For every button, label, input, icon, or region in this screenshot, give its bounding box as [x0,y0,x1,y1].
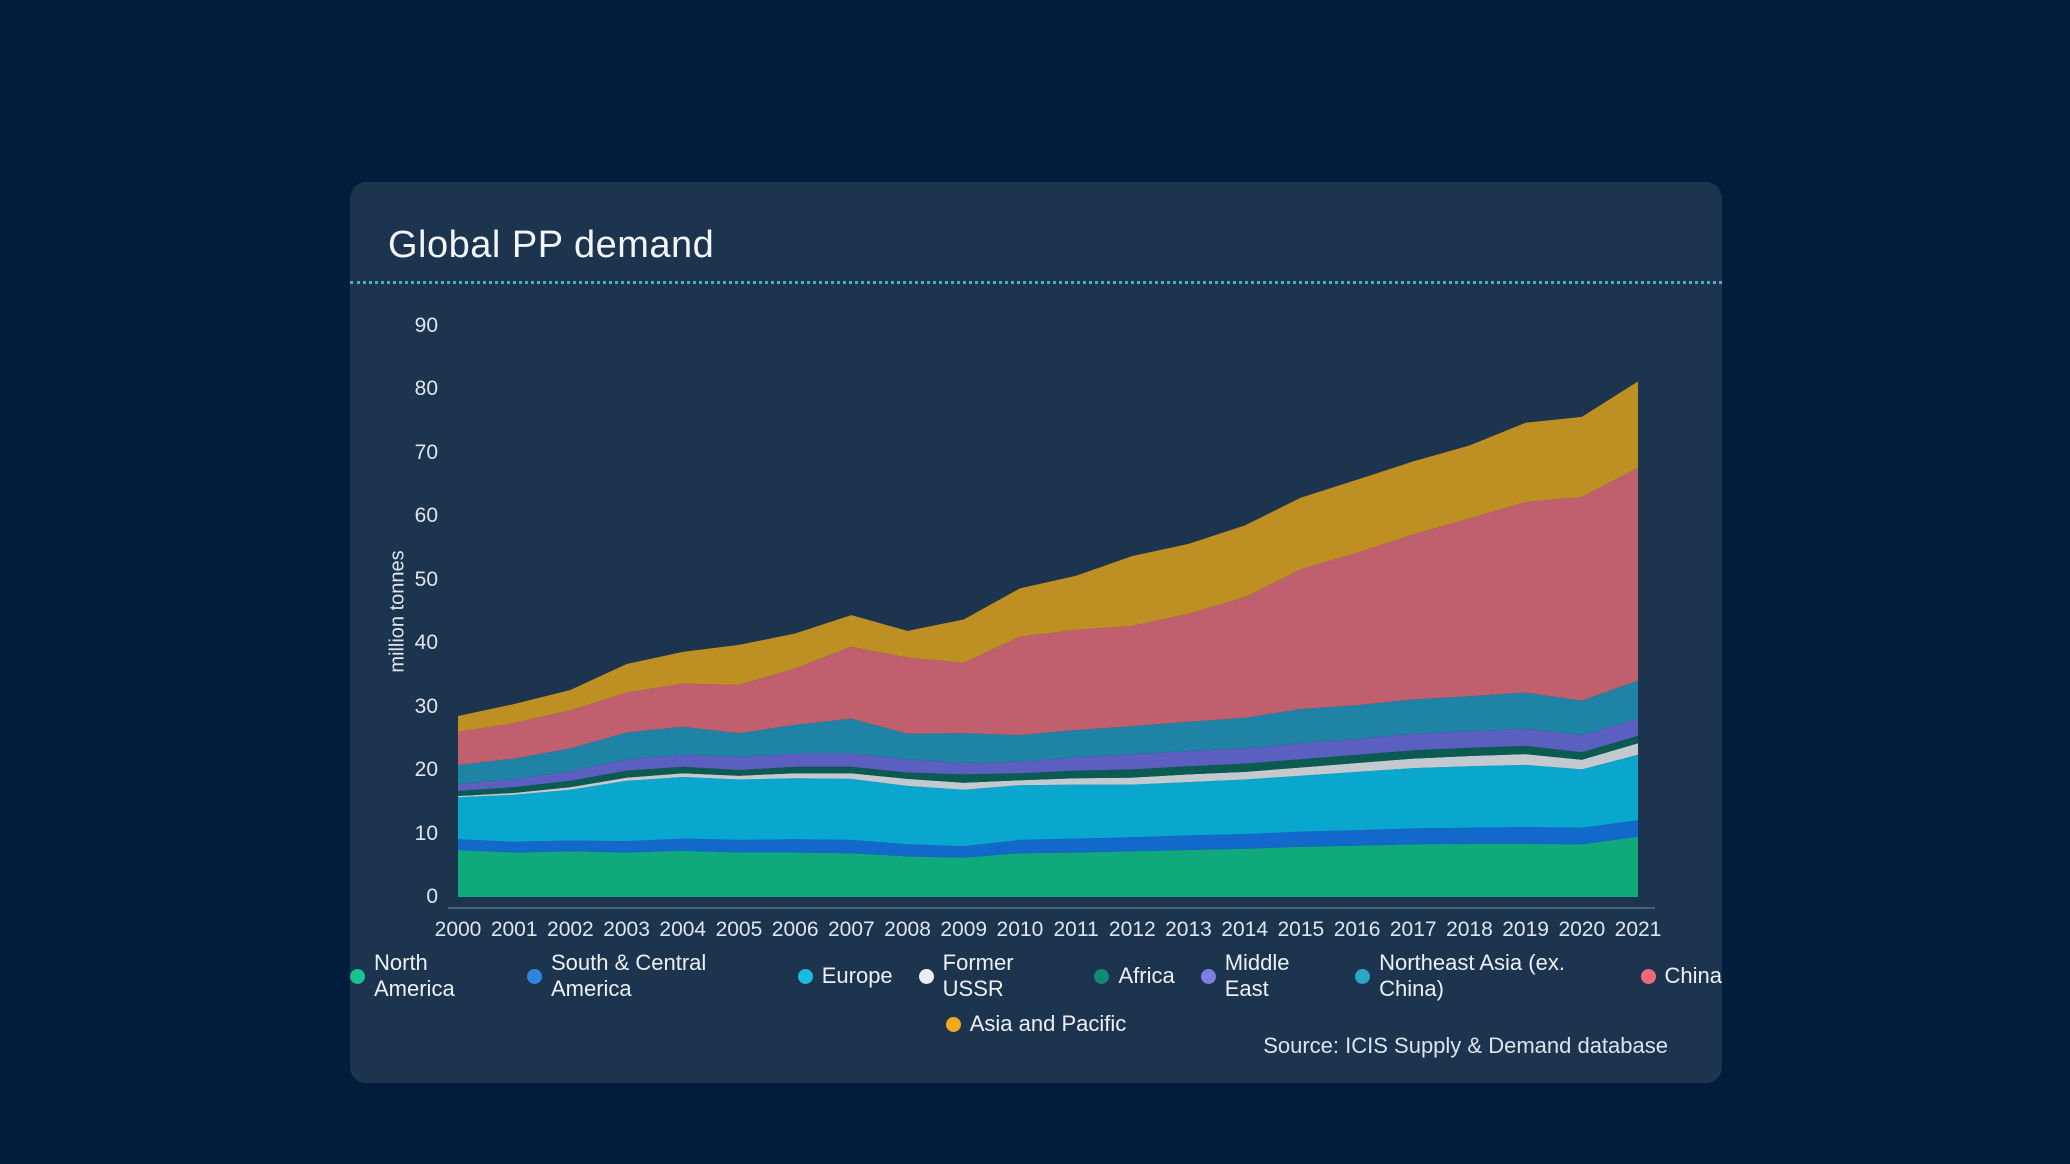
legend-dot-icon [1094,969,1109,984]
y-axis-tick-label: 0 [388,885,438,909]
legend-dot-icon [919,969,934,984]
legend-row-2: Asia and Pacific [946,1011,1127,1037]
legend-item-middle-east[interactable]: Middle East [1201,950,1329,1002]
legend-dot-icon [1355,969,1370,984]
source-note: Source: ICIS Supply & Demand database [1263,1033,1668,1059]
legend-item-label: Asia and Pacific [970,1011,1127,1037]
legend-item-label: Former USSR [943,950,1069,1002]
y-axis-tick-label: 80 [388,377,438,401]
legend-item-label: North America [374,950,501,1002]
legend-item-africa[interactable]: Africa [1094,963,1174,989]
legend-item-label: Northeast Asia (ex. China) [1379,950,1614,1002]
legend-dot-icon [798,969,813,984]
legend-dot-icon [527,969,542,984]
legend-item-asia-and-pacific[interactable]: Asia and Pacific [946,1011,1127,1037]
y-axis-tick-label: 20 [388,758,438,782]
legend-item-former-ussr[interactable]: Former USSR [919,950,1069,1002]
legend-item-label: Europe [822,963,893,989]
legend-item-label: China [1665,963,1722,989]
legend-item-northeast-asia-ex-china[interactable]: Northeast Asia (ex. China) [1355,950,1614,1002]
chart-legend: North America South & Central America Euro… [350,950,1722,1037]
legend-row-1: North America South & Central America Euro… [350,950,1722,1002]
x-axis-line [448,907,1655,909]
legend-dot-icon [1641,969,1656,984]
x-axis-tick-label: 2021 [1603,918,1673,942]
legend-dot-icon [350,969,365,984]
legend-item-south-central-america[interactable]: South & Central America [527,950,772,1002]
legend-item-china[interactable]: China [1641,963,1722,989]
legend-item-label: Africa [1118,963,1174,989]
legend-dot-icon [946,1017,961,1032]
legend-item-north-america[interactable]: North America [350,950,501,1002]
legend-item-label: South & Central America [551,950,772,1002]
legend-item-europe[interactable]: Europe [798,963,893,989]
y-axis-tick-label: 70 [388,441,438,465]
y-axis-tick-label: 10 [388,822,438,846]
page-background: Global PP demand 0102030405060708090 mil… [0,0,2070,1164]
y-axis-title: million tonnes [387,502,410,722]
legend-dot-icon [1201,969,1216,984]
legend-item-label: Middle East [1225,950,1329,1002]
y-axis-tick-label: 90 [388,314,438,338]
